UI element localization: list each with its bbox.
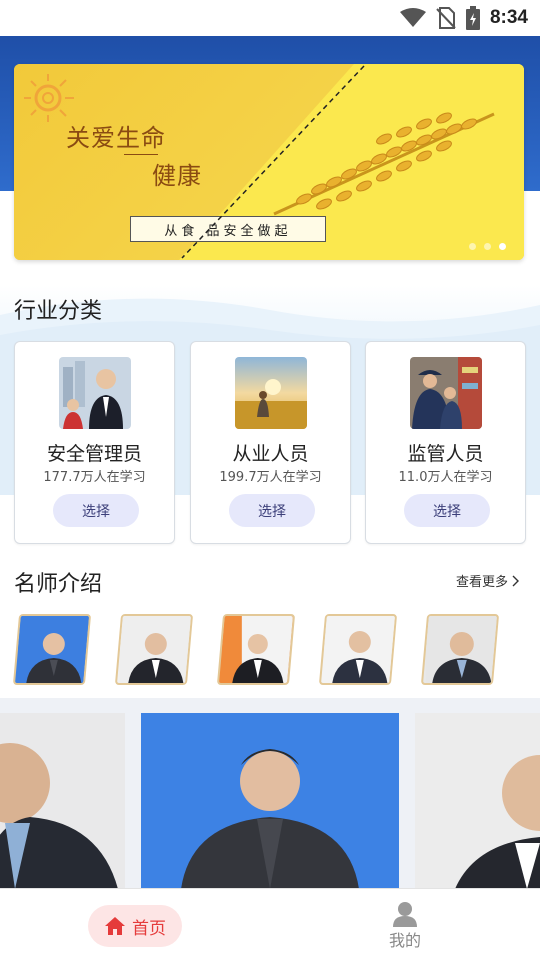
- promo-banner[interactable]: 关爱生命 健康 从食 品安全做起: [14, 64, 524, 260]
- teacher-avatar[interactable]: [318, 614, 398, 685]
- card-learner-count: 11.0万人在学习: [398, 470, 493, 485]
- view-more-label: 查看更多: [455, 575, 508, 590]
- card-thumbnail: [59, 357, 131, 429]
- status-bar: 8:34: [0, 0, 540, 36]
- industry-card-practitioner[interactable]: 从业人员 199.7万人在学习 选择: [190, 341, 351, 544]
- nav-home-tab[interactable]: 首页: [88, 905, 182, 947]
- page-dot[interactable]: [484, 243, 491, 250]
- industry-card-safety-manager[interactable]: 安全管理员 177.7万人在学习 选择: [14, 341, 175, 544]
- battery-icon: [465, 6, 480, 30]
- chevron-right-icon: [512, 575, 519, 586]
- user-icon: [393, 902, 417, 927]
- card-thumbnail: [235, 357, 307, 429]
- card-title: 从业人员: [232, 443, 309, 465]
- card-thumbnail: [410, 357, 482, 429]
- status-time: 8:34: [489, 7, 528, 28]
- teacher-portrait: [323, 616, 396, 685]
- teacher-avatar[interactable]: [216, 614, 296, 685]
- page-dot-active[interactable]: [499, 243, 506, 250]
- card-title: 安全管理员: [46, 443, 142, 465]
- bottom-navigation: 首页 我的: [0, 888, 540, 960]
- teacher-photo[interactable]: [141, 713, 399, 889]
- teacher-portrait: [425, 616, 498, 685]
- teacher-photo[interactable]: [415, 713, 540, 889]
- teacher-portrait: [221, 616, 294, 685]
- teacher-avatar[interactable]: [12, 614, 92, 685]
- wifi-icon: [399, 8, 426, 27]
- industry-card-supervisor[interactable]: 监管人员 11.0万人在学习 选择: [365, 341, 526, 544]
- no-sim-icon: [436, 7, 456, 29]
- select-button[interactable]: 选择: [404, 494, 490, 527]
- nav-home-label: 首页: [132, 918, 166, 939]
- teacher-portrait: [119, 616, 192, 685]
- industry-section-title: 行业分类: [14, 298, 103, 323]
- teacher-photo-image: [0, 713, 125, 889]
- banner-page-indicator: [469, 243, 506, 250]
- select-button[interactable]: 选择: [229, 494, 315, 527]
- page-dot[interactable]: [469, 243, 476, 250]
- card-learner-count: 199.7万人在学习: [219, 470, 322, 485]
- teacher-avatar[interactable]: [114, 614, 194, 685]
- home-icon: [105, 917, 125, 935]
- teacher-photo[interactable]: [0, 713, 125, 889]
- teacher-avatar[interactable]: [420, 614, 500, 685]
- teacher-portrait: [17, 616, 90, 685]
- banner-title-line1: 关爱生命: [66, 124, 166, 152]
- banner-title-divider: [124, 154, 158, 155]
- teacher-photo-image: [141, 713, 399, 889]
- view-more-link[interactable]: 查看更多: [456, 571, 520, 590]
- teacher-photo-image: [415, 713, 540, 889]
- select-button[interactable]: 选择: [53, 494, 139, 527]
- card-title: 监管人员: [407, 443, 484, 465]
- nav-mine-tab[interactable]: 我的: [380, 901, 430, 951]
- card-learner-count: 177.7万人在学习: [43, 470, 146, 485]
- teacher-section-title: 名师介绍: [14, 571, 103, 596]
- nav-mine-label: 我的: [388, 931, 421, 950]
- banner-dashed-divider: [181, 65, 365, 259]
